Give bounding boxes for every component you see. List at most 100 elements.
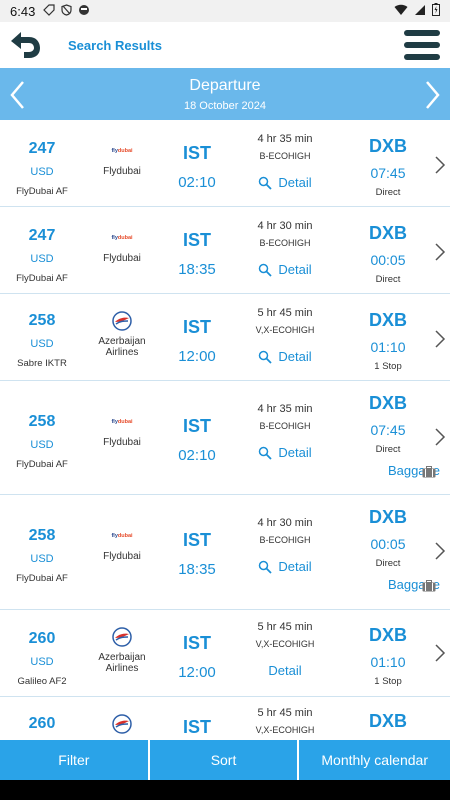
flydubai-logo: flydubai: [111, 148, 133, 154]
azal-logo: [84, 713, 160, 735]
flight-result-row[interactable]: 247 USD FlyDubai AF flydubai Flydubai IS…: [0, 120, 450, 207]
bottom-action-bar: Filter Sort Monthly calendar: [0, 740, 450, 780]
arrival-time: 00:05: [370, 252, 406, 268]
flight-duration: 5 hr 45 min: [257, 307, 313, 319]
flight-duration: 5 hr 45 min: [257, 707, 313, 719]
cell-signal-icon: [414, 4, 426, 19]
flight-result-row[interactable]: 247 USD FlyDubai AF flydubai Flydubai IS…: [0, 207, 450, 294]
airline-block: [84, 713, 160, 735]
magnifier-icon: [259, 350, 273, 364]
destination-block: DXB 00:05 Direct: [336, 223, 440, 285]
luggage-icon: [422, 580, 436, 592]
fare-source: FlyDubai AF: [16, 459, 68, 470]
price-amount: 260: [28, 630, 56, 647]
stops-info: 1 Stop: [374, 361, 402, 372]
destination-block: DXB 01:10 1 Stop: [336, 625, 440, 687]
flight-info-block: 5 hr 45 min V,X-ECOHIGH Detail: [234, 621, 336, 678]
departure-time: 12:00: [178, 348, 216, 365]
direction-label: Departure: [189, 77, 261, 94]
magnifier-icon: [259, 446, 273, 460]
chevron-right-icon[interactable]: [434, 155, 446, 175]
stops-info: Direct: [375, 558, 401, 569]
menu-bar-icon: [404, 30, 440, 36]
price-amount: 247: [28, 140, 56, 157]
selected-date: 18 October 2024: [184, 100, 266, 112]
arrival-time: 00:05: [370, 536, 406, 552]
chevron-right-icon[interactable]: [434, 329, 446, 349]
flight-duration: 4 hr 35 min: [257, 133, 313, 145]
price-amount: 258: [28, 312, 56, 329]
fare-class: B-ECOHIGH: [259, 151, 311, 161]
destination-block: DXB 07:45 Direct: [336, 136, 440, 198]
magnifier-icon: [259, 176, 273, 190]
price-currency: USD: [30, 338, 54, 350]
detail-label: Detail: [278, 445, 312, 460]
airline-name: Flydubai: [103, 437, 141, 448]
arrival-time: 07:45: [370, 422, 406, 438]
detail-button[interactable]: Detail: [234, 175, 336, 190]
stops-info: Direct: [375, 274, 401, 285]
detail-label: Detail: [278, 559, 312, 574]
fare-class: V,X-ECOHIGH: [255, 325, 315, 335]
origin-block: IST 12:00: [160, 317, 234, 365]
filter-button[interactable]: Filter: [0, 740, 148, 780]
price-block: 247 USD FlyDubai AF: [0, 227, 84, 284]
detail-button[interactable]: Detail: [234, 663, 336, 678]
previous-date-arrow-icon[interactable]: [8, 80, 28, 110]
detail-label: Detail: [278, 349, 312, 364]
origin-block: IST 18:35: [160, 230, 234, 278]
price-block: 258 USD FlyDubai AF: [0, 527, 84, 584]
chevron-right-icon[interactable]: [434, 541, 446, 561]
fare-class: B-ECOHIGH: [259, 535, 311, 545]
stops-info: 1 Stop: [374, 676, 402, 687]
status-right-icons: [394, 3, 440, 19]
price-block: 260: [0, 715, 84, 733]
chevron-right-icon[interactable]: [434, 427, 446, 447]
fare-source: FlyDubai AF: [16, 573, 68, 584]
back-button[interactable]: [0, 22, 50, 68]
sort-button[interactable]: Sort: [149, 740, 298, 780]
status-time: 6:43: [10, 3, 36, 19]
flight-result-row[interactable]: 258 USD FlyDubai AF flydubai Flydubai IS…: [0, 495, 450, 610]
fare-class: V,X-ECOHIGH: [255, 725, 315, 735]
origin-code: IST: [182, 717, 211, 737]
detail-button[interactable]: Detail: [234, 262, 336, 277]
origin-block: IST 18:35: [160, 530, 234, 578]
date-navigator: Departure 18 October 2024: [0, 68, 450, 120]
price-amount: 258: [28, 527, 56, 544]
origin-code: IST: [182, 416, 211, 436]
destination-code: DXB: [368, 310, 407, 330]
wifi-icon: [394, 4, 408, 19]
detail-button[interactable]: Detail: [234, 349, 336, 364]
origin-code: IST: [182, 633, 211, 653]
departure-time: 18:35: [178, 261, 216, 278]
hamburger-menu-button[interactable]: [404, 27, 440, 63]
flydubai-logo: flydubai: [111, 533, 133, 539]
destination-code: DXB: [368, 507, 407, 527]
departure-time: 02:10: [178, 447, 216, 464]
flight-results-list: 247 USD FlyDubai AF flydubai Flydubai IS…: [0, 120, 450, 740]
flight-info-block: 5 hr 45 min V,X-ECOHIGH Detail: [234, 307, 336, 364]
azal-logo: [84, 310, 160, 332]
origin-block: IST 02:10: [160, 416, 234, 464]
next-date-arrow-icon[interactable]: [422, 80, 442, 110]
price-currency: USD: [30, 656, 54, 668]
monthly-calendar-button[interactable]: Monthly calendar: [299, 740, 450, 780]
detail-button[interactable]: Detail: [234, 559, 336, 574]
flight-result-row[interactable]: 260 USD Galileo AF2 Azerbaijan Airlines …: [0, 610, 450, 697]
airline-name: Azerbaijan Airlines: [98, 336, 146, 358]
flight-result-row[interactable]: 258 USD Sabre IKTR Azerbaijan Airlines I…: [0, 294, 450, 381]
price-amount: 260: [28, 715, 56, 732]
back-arrow-icon: [11, 32, 40, 58]
detail-label: Detail: [268, 663, 302, 678]
flight-result-row[interactable]: 260 IST 5 hr 45 min V,X-ECOHIGH DXB: [0, 697, 450, 740]
chevron-right-icon[interactable]: [434, 242, 446, 262]
origin-block: IST: [160, 717, 234, 738]
detail-button[interactable]: Detail: [234, 445, 336, 460]
price-currency: USD: [30, 439, 54, 451]
fare-source: Galileo AF2: [17, 676, 67, 687]
destination-code: DXB: [368, 711, 407, 731]
chevron-right-icon[interactable]: [434, 643, 446, 663]
flight-result-row[interactable]: 258 USD FlyDubai AF flydubai Flydubai IS…: [0, 381, 450, 495]
origin-code: IST: [182, 317, 211, 337]
